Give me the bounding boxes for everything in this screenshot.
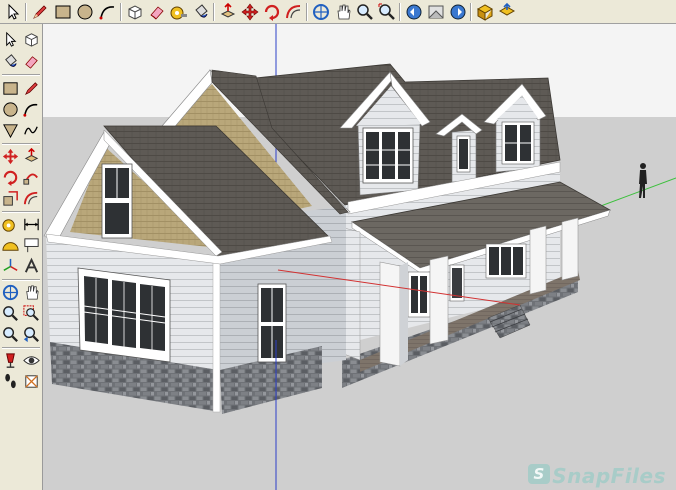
dimension-icon[interactable] bbox=[22, 215, 41, 234]
zoom-extents-icon[interactable] bbox=[377, 2, 397, 22]
toolbar-separator bbox=[470, 3, 472, 21]
zoom-window-icon[interactable] bbox=[22, 304, 41, 323]
palette-separator bbox=[2, 211, 40, 213]
watermark-badge: S bbox=[528, 464, 551, 484]
toolbar-separator bbox=[213, 3, 215, 21]
scale-icon[interactable] bbox=[1, 189, 20, 208]
offset-icon[interactable] bbox=[22, 189, 41, 208]
toolbar-separator bbox=[306, 3, 308, 21]
zoom-icon[interactable] bbox=[1, 304, 20, 323]
toolbar-separator bbox=[25, 3, 27, 21]
pencil-icon[interactable] bbox=[30, 2, 50, 22]
circle-icon[interactable] bbox=[75, 2, 95, 22]
get-models-icon[interactable] bbox=[475, 2, 495, 22]
orbit-icon[interactable] bbox=[1, 283, 20, 302]
component-icon[interactable] bbox=[22, 30, 41, 49]
palette-separator bbox=[2, 279, 40, 281]
orbit-icon[interactable] bbox=[311, 2, 331, 22]
house-model-scene[interactable] bbox=[43, 24, 676, 490]
select-icon[interactable] bbox=[3, 2, 23, 22]
offset-icon[interactable] bbox=[284, 2, 304, 22]
porch-column-2 bbox=[429, 255, 449, 345]
position-camera-icon[interactable] bbox=[426, 2, 446, 22]
eraser-icon[interactable] bbox=[147, 2, 167, 22]
model-viewport[interactable]: S SnapFiles bbox=[43, 24, 676, 490]
section-plane-icon[interactable] bbox=[22, 372, 41, 391]
pan-icon[interactable] bbox=[333, 2, 353, 22]
zoom-icon[interactable] bbox=[355, 2, 375, 22]
axes-icon[interactable] bbox=[1, 257, 20, 276]
tape-measure-icon[interactable] bbox=[1, 215, 20, 234]
rectangle-icon[interactable] bbox=[53, 2, 73, 22]
polygon-icon[interactable] bbox=[1, 121, 20, 140]
rectangle-icon[interactable] bbox=[1, 79, 20, 98]
tool-palette bbox=[0, 24, 43, 490]
rotate-icon[interactable] bbox=[1, 168, 20, 187]
porch-column-4 bbox=[561, 217, 579, 281]
move-icon[interactable] bbox=[1, 147, 20, 166]
previous-view-icon[interactable] bbox=[22, 325, 41, 344]
zoom-extents-icon[interactable] bbox=[1, 325, 20, 344]
main-toolbar bbox=[0, 0, 676, 24]
previous-view-icon[interactable] bbox=[404, 2, 424, 22]
toolbar-separator bbox=[120, 3, 122, 21]
tape-measure-icon[interactable] bbox=[169, 2, 189, 22]
follow-me-icon[interactable] bbox=[22, 168, 41, 187]
watermark: S SnapFiles bbox=[528, 464, 666, 488]
palette-separator bbox=[2, 74, 40, 76]
push-pull-icon[interactable] bbox=[22, 147, 41, 166]
paint-bucket-icon[interactable] bbox=[1, 52, 20, 71]
push-pull-icon[interactable] bbox=[218, 2, 238, 22]
arc-icon[interactable] bbox=[22, 100, 41, 119]
eraser-icon[interactable] bbox=[22, 52, 41, 71]
line-icon[interactable] bbox=[22, 79, 41, 98]
select-icon[interactable] bbox=[1, 30, 20, 49]
palette-separator bbox=[2, 143, 40, 145]
move-icon[interactable] bbox=[240, 2, 260, 22]
next-view-icon[interactable] bbox=[448, 2, 468, 22]
porch-column-3 bbox=[529, 225, 547, 295]
arc-icon[interactable] bbox=[98, 2, 118, 22]
text-icon[interactable] bbox=[22, 236, 41, 255]
toolbar-separator bbox=[399, 3, 401, 21]
position-camera-icon[interactable] bbox=[1, 351, 20, 370]
porch-column-1 bbox=[379, 261, 401, 367]
look-around-icon[interactable] bbox=[22, 351, 41, 370]
palette-separator bbox=[2, 347, 40, 349]
circle-icon[interactable] bbox=[1, 100, 20, 119]
paint-bucket-icon[interactable] bbox=[191, 2, 211, 22]
freehand-icon[interactable] bbox=[22, 121, 41, 140]
walk-icon[interactable] bbox=[1, 372, 20, 391]
pan-icon[interactable] bbox=[22, 283, 41, 302]
protractor-icon[interactable] bbox=[1, 236, 20, 255]
share-model-icon[interactable] bbox=[497, 2, 517, 22]
make-component-icon[interactable] bbox=[125, 2, 145, 22]
3d-text-icon[interactable] bbox=[22, 257, 41, 276]
watermark-text: SnapFiles bbox=[552, 464, 666, 488]
rotate-icon[interactable] bbox=[262, 2, 282, 22]
